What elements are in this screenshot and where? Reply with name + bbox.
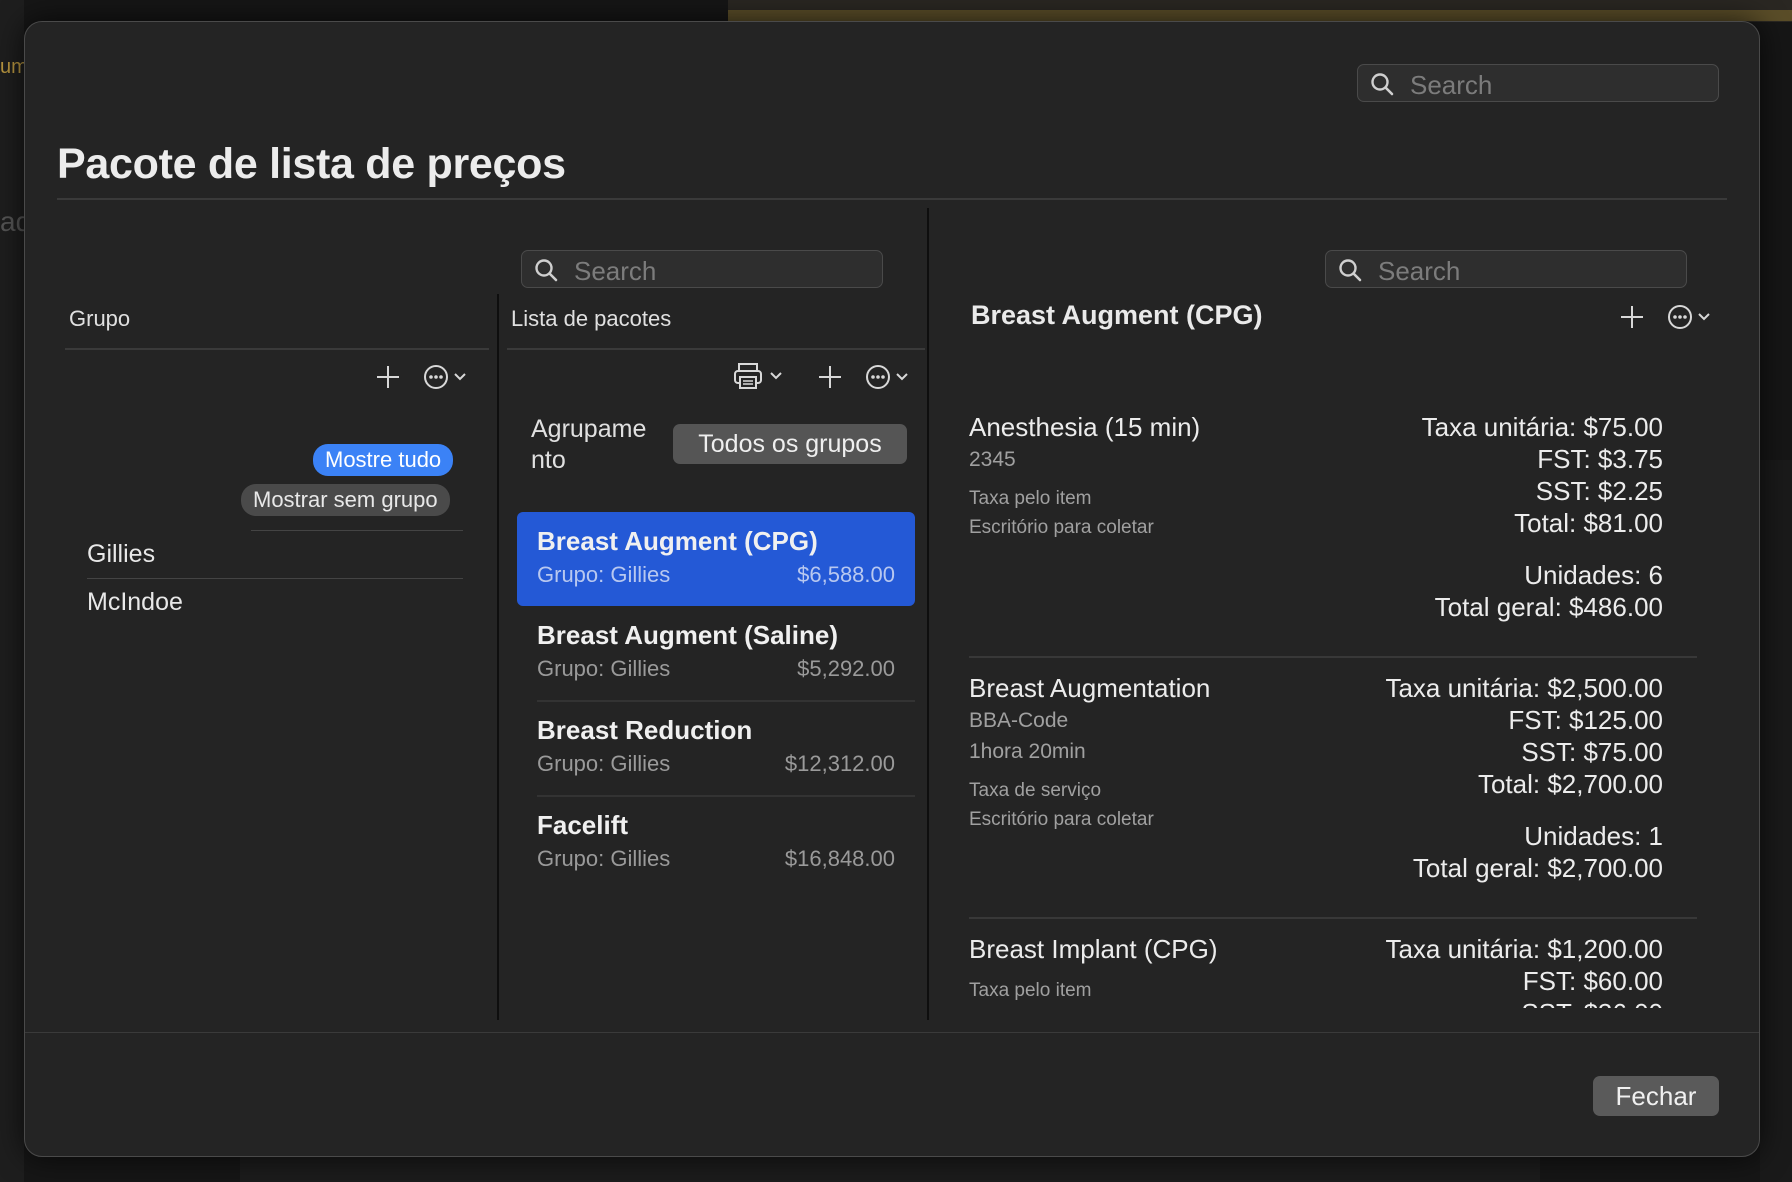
search-placeholder: Search bbox=[1410, 70, 1493, 100]
item-total: Total: $81.00 bbox=[1514, 508, 1663, 538]
search-icon bbox=[535, 259, 558, 282]
item-name: Breast Augmentation bbox=[969, 673, 1211, 703]
group-item-gillies[interactable]: Gillies bbox=[87, 540, 155, 569]
show-all-button[interactable]: Mostre tudo bbox=[313, 444, 454, 476]
item-fst: FST: $125.00 bbox=[1508, 705, 1663, 735]
item-divider bbox=[969, 917, 1697, 919]
item-collect: Escritório para coletar bbox=[969, 809, 1154, 830]
item-type: Taxa de serviço bbox=[969, 780, 1102, 801]
grouping-select[interactable]: Todos os grupos bbox=[673, 424, 907, 464]
item-unit-fee: Taxa unitária: $75.00 bbox=[1421, 412, 1663, 442]
package-column-header: Lista de pacotes bbox=[511, 306, 672, 331]
title-divider bbox=[57, 198, 1727, 200]
package-price: $6,588.00 bbox=[797, 562, 895, 587]
detail-more-options-icon[interactable] bbox=[1667, 304, 1719, 330]
package-group: Grupo: Gillies bbox=[537, 656, 671, 681]
item-total: Total: $2,700.00 bbox=[1477, 769, 1663, 799]
package-name: Breast Augment (CPG) bbox=[537, 526, 818, 556]
column-divider bbox=[927, 208, 929, 1020]
print-icon[interactable] bbox=[733, 362, 789, 390]
add-group-icon[interactable] bbox=[375, 364, 401, 390]
item-sst: SST: $75.00 bbox=[1521, 737, 1663, 767]
group-header-divider bbox=[65, 348, 489, 350]
item-type: Taxa pelo item bbox=[969, 980, 1092, 1001]
column-divider bbox=[497, 294, 499, 1020]
search-icon bbox=[1339, 259, 1362, 282]
package-more-options-icon[interactable] bbox=[865, 364, 917, 390]
item-collect: Escritório para coletar bbox=[969, 517, 1154, 538]
item-fst: FST: $60.00 bbox=[1522, 966, 1663, 996]
show-no-group-button[interactable]: Mostrar sem grupo bbox=[241, 484, 450, 516]
item-code: BBA-Code bbox=[969, 709, 1069, 732]
item-divider bbox=[969, 656, 1697, 658]
package-group: Grupo: Gillies bbox=[537, 846, 671, 871]
background-panel-right bbox=[1760, 460, 1792, 1182]
package-group: Grupo: Gillies bbox=[537, 751, 671, 776]
close-button[interactable]: Fechar bbox=[1593, 1076, 1719, 1116]
detail-item-list[interactable]: Anesthesia (15 min) 2345 Taxa pelo item … bbox=[955, 382, 1735, 1008]
grouping-label: Agrupame nto bbox=[531, 414, 646, 476]
item-sst: SST: $36.00 bbox=[1521, 998, 1663, 1008]
item-duration: 1hora 20min bbox=[969, 740, 1086, 763]
item-fst: FST: $3.75 bbox=[1537, 444, 1663, 474]
package-item[interactable]: Breast Augment (CPG) Grupo: Gillies $6,5… bbox=[517, 512, 915, 606]
package-price: $16,848.00 bbox=[784, 846, 895, 871]
detail-search-input[interactable]: Search bbox=[1325, 250, 1687, 288]
package-price: $12,312.00 bbox=[784, 751, 895, 776]
search-icon bbox=[1371, 73, 1394, 96]
item-units: Unidades: 1 bbox=[1524, 821, 1663, 851]
add-item-icon[interactable] bbox=[1619, 304, 1645, 330]
package-search-input[interactable]: Search bbox=[521, 250, 883, 288]
package-name: Breast Reduction bbox=[537, 715, 753, 745]
item-grand-total: Total geral: $2,700.00 bbox=[1412, 853, 1663, 883]
detail-title: Breast Augment (CPG) bbox=[971, 300, 1263, 330]
add-package-icon[interactable] bbox=[817, 364, 843, 390]
filter-divider bbox=[251, 530, 463, 531]
item-type: Taxa pelo item bbox=[969, 488, 1092, 509]
dialog-title: Pacote de lista de preços bbox=[57, 140, 566, 188]
item-grand-total: Total geral: $486.00 bbox=[1434, 592, 1663, 622]
package-group: Grupo: Gillies bbox=[537, 562, 671, 587]
background-window-left bbox=[0, 0, 24, 1182]
package-item[interactable]: Breast Augment (Saline) Grupo: Gillies $… bbox=[517, 606, 915, 700]
item-name: Breast Implant (CPG) bbox=[969, 934, 1218, 964]
item-name: Anesthesia (15 min) bbox=[969, 412, 1201, 442]
top-search-input[interactable]: Search bbox=[1357, 64, 1719, 102]
item-units: Unidades: 6 bbox=[1524, 560, 1663, 590]
footer-divider bbox=[25, 1032, 1759, 1033]
package-price: $5,292.00 bbox=[797, 656, 895, 681]
search-placeholder: Search bbox=[574, 256, 657, 286]
package-name: Breast Augment (Saline) bbox=[537, 620, 838, 650]
item-unit-fee: Taxa unitária: $2,500.00 bbox=[1385, 673, 1663, 703]
package-name: Facelift bbox=[537, 810, 629, 840]
grouping-label-line: Agrupame bbox=[531, 415, 647, 443]
group-item-divider bbox=[87, 578, 463, 579]
grouping-label-line: nto bbox=[531, 446, 566, 474]
group-column-header: Grupo bbox=[69, 306, 131, 331]
search-placeholder: Search bbox=[1378, 256, 1461, 286]
package-item[interactable]: Facelift Grupo: Gillies $16,848.00 bbox=[517, 796, 915, 890]
package-item[interactable]: Breast Reduction Grupo: Gillies $12,312.… bbox=[517, 701, 915, 795]
group-more-options-icon[interactable] bbox=[423, 364, 475, 390]
price-package-dialog: Search Pacote de lista de preços Grupo M… bbox=[24, 21, 1760, 1157]
item-sst: SST: $2.25 bbox=[1535, 476, 1663, 506]
item-code: 2345 bbox=[969, 448, 1016, 471]
package-header-divider bbox=[507, 348, 925, 350]
background-accent-bar bbox=[728, 10, 1792, 21]
group-item-mcindoe[interactable]: McIndoe bbox=[87, 588, 183, 617]
item-unit-fee: Taxa unitária: $1,200.00 bbox=[1385, 934, 1663, 964]
